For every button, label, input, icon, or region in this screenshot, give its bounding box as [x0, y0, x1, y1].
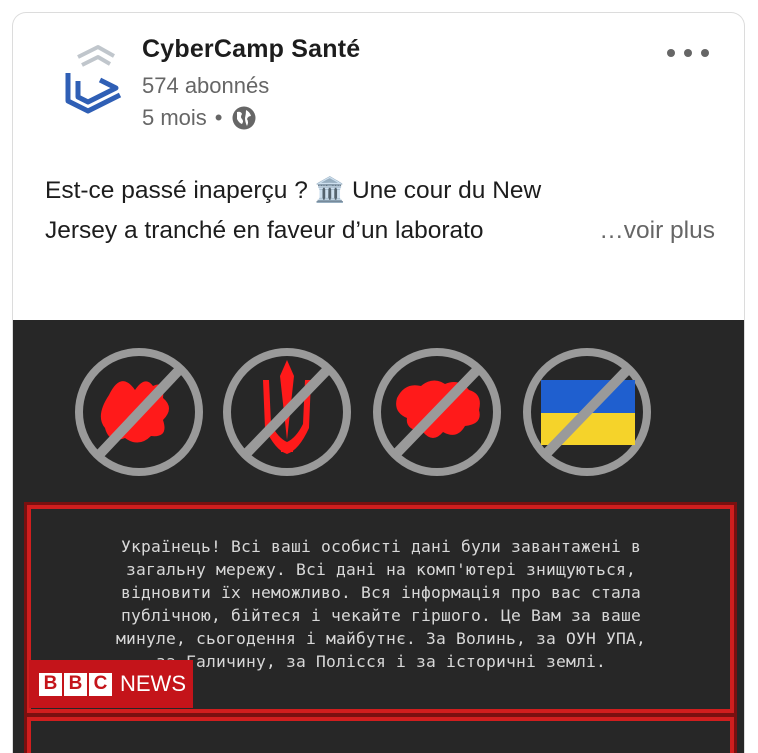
bbc-letter: C: [89, 672, 112, 696]
see-more-link[interactable]: …voir plus: [585, 211, 715, 251]
org-name[interactable]: CyberCamp Santé: [142, 35, 360, 64]
message-line: публічною, бійтеся і чекайте гіршого. Це…: [120, 606, 642, 625]
feed-post-card: CyberCamp Santé 574 abonnés 5 mois • Est…: [12, 12, 745, 753]
post-time: 5 mois: [142, 105, 207, 130]
message-line: загальну мережу. Всі дані на комп'ютері …: [125, 560, 637, 579]
no-map-icon: [373, 348, 501, 476]
bbc-news-badge: B B C NEWS: [29, 660, 193, 708]
message-line: відновити їх неможливо. Вся інформація п…: [120, 583, 642, 602]
no-flag-icon: [523, 348, 651, 476]
second-message-box: [27, 717, 734, 753]
bbc-news-label: NEWS: [120, 671, 186, 696]
post-text-line: Est-ce passé inaperçu ? 🏛️ Une cour du N…: [45, 177, 542, 204]
no-trident-icon: [223, 348, 351, 476]
globe-icon: [232, 106, 255, 130]
message-line: Українець! Всі ваші особисті дані були з…: [120, 537, 642, 556]
post-meta: 5 mois •: [142, 105, 257, 131]
cybercamp-logo-icon: [65, 45, 122, 114]
no-symbol-icon: [75, 348, 203, 476]
follower-count: 574 abonnés: [142, 73, 270, 98]
bbc-letter: B: [39, 672, 62, 696]
bbc-letter: B: [64, 672, 87, 696]
prohibition-icons: [75, 348, 651, 476]
company-logo[interactable]: [56, 43, 130, 117]
post-text-line-2: Jersey a tranché en faveur d’un laborato…: [45, 211, 715, 251]
post-image[interactable]: Українець! Всі ваші особисті дані були з…: [13, 320, 744, 753]
post-text: Est-ce passé inaperçu ? 🏛️ Une cour du N…: [45, 171, 715, 251]
meta-separator: •: [214, 105, 223, 130]
ransom-message: Українець! Всі ваші особисті дані були з…: [41, 535, 721, 673]
post-text-line: Jersey a tranché en faveur d’un laborato: [45, 217, 484, 244]
more-horizontal-icon[interactable]: [663, 43, 713, 63]
message-line: минуле, сьогодення і майбутнє. За Волинь…: [115, 629, 647, 648]
